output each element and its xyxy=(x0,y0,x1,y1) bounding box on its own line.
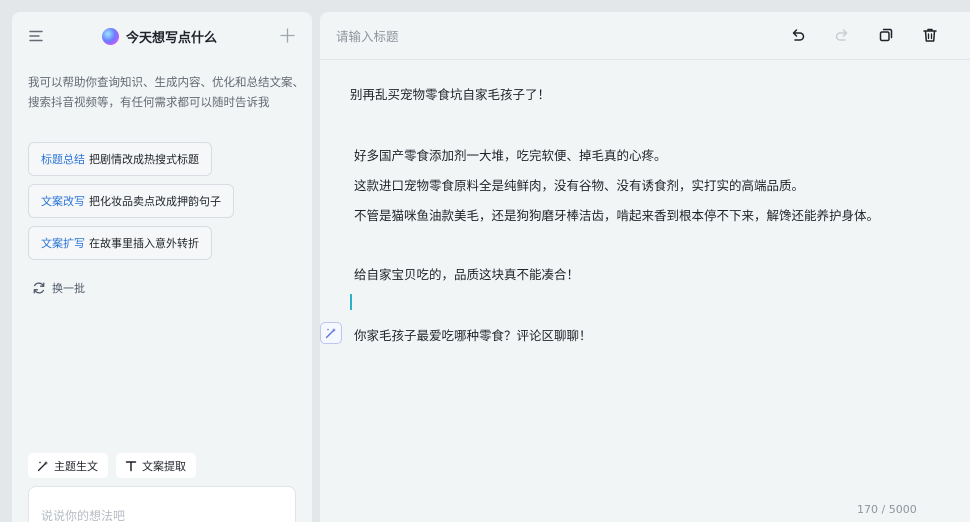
refresh-icon xyxy=(33,282,45,294)
suggestion-tag: 文案改写 xyxy=(41,195,85,208)
undo-icon[interactable] xyxy=(790,27,806,43)
magic-wand-icon xyxy=(37,460,49,471)
suggestion-desc: 在故事里插入意外转折 xyxy=(89,237,199,250)
assistant-orb-icon xyxy=(102,27,119,45)
suggestion-chip-title-summary[interactable]: 标题总结 把剧情改成热搜式标题 xyxy=(28,142,212,176)
assistant-panel: 今天想写点什么 我可以帮助你查询知识、生成内容、优化和总结文案、搜索抖音视频等，… xyxy=(12,12,312,522)
text-t-icon xyxy=(125,460,137,471)
redo-icon[interactable] xyxy=(834,27,850,43)
magic-wand-icon xyxy=(325,327,337,339)
extract-text-button[interactable]: 文案提取 xyxy=(116,453,196,478)
suggestion-tag: 标题总结 xyxy=(41,153,85,166)
assistant-header: 今天想写点什么 xyxy=(12,12,312,60)
assistant-title-wrap: 今天想写点什么 xyxy=(102,26,217,46)
suggestion-chip-expand[interactable]: 文案扩写 在故事里插入意外转折 xyxy=(28,226,212,260)
idea-input[interactable] xyxy=(28,486,296,522)
ai-assist-button[interactable] xyxy=(320,322,342,344)
editor-content[interactable]: 别再乱买宠物零食坑自家毛孩子了！ 好多国产零食添加剂一大堆，吃完软便、掉毛真的心… xyxy=(320,60,970,522)
title-input[interactable] xyxy=(336,26,636,46)
editor-line: 你家毛孩子最爱吃哪种零食？评论区聊聊！ xyxy=(354,328,592,343)
suggestion-tag: 文案扩写 xyxy=(41,237,85,250)
suggestion-desc: 把化妆品卖点改成押韵句子 xyxy=(89,195,221,208)
editor-line: 这款进口宠物零食原料全是纯鲜肉，没有谷物、没有诱食剂，实打实的高端品质。 xyxy=(354,178,805,193)
editor-line: 别再乱买宠物零食坑自家毛孩子了！ xyxy=(350,87,551,102)
app-root: 今天想写点什么 我可以帮助你查询知识、生成内容、优化和总结文案、搜索抖音视频等，… xyxy=(0,0,970,522)
extract-text-label: 文案提取 xyxy=(142,459,186,473)
editor-header xyxy=(320,12,970,60)
assistant-intro: 我可以帮助你查询知识、生成内容、优化和总结文案、搜索抖音视频等，有任何需求都可以… xyxy=(28,75,304,109)
menu-icon[interactable] xyxy=(29,29,43,43)
copy-icon[interactable] xyxy=(878,27,894,43)
text-caret xyxy=(350,294,352,310)
editor-line: 不管是猫咪鱼油款美毛，还是狗狗磨牙棒洁齿，啃起来香到根本停不下来，解馋还能养护身… xyxy=(354,208,880,223)
topic-generate-button[interactable]: 主题生文 xyxy=(28,453,108,478)
editor-panel: 别再乱买宠物零食坑自家毛孩子了！ 好多国产零食添加剂一大堆，吃完软便、掉毛真的心… xyxy=(320,12,970,522)
editor-line: 给自家宝贝吃的，品质这块真不能凑合！ xyxy=(354,267,580,282)
refresh-label: 换一批 xyxy=(52,282,85,295)
refresh-suggestions-button[interactable]: 换一批 xyxy=(32,278,85,298)
editor-line: 好多国产零食添加剂一大堆，吃完软便、掉毛真的心疼。 xyxy=(354,148,667,163)
trash-icon[interactable] xyxy=(922,27,938,43)
topic-generate-label: 主题生文 xyxy=(54,459,98,473)
suggestion-desc: 把剧情改成热搜式标题 xyxy=(89,153,199,166)
suggestion-chip-rewrite[interactable]: 文案改写 把化妆品卖点改成押韵句子 xyxy=(28,184,234,218)
new-chat-plus-icon[interactable] xyxy=(280,28,295,43)
char-counter: 170 / 5000 xyxy=(857,503,917,516)
assistant-title: 今天想写点什么 xyxy=(126,30,218,46)
